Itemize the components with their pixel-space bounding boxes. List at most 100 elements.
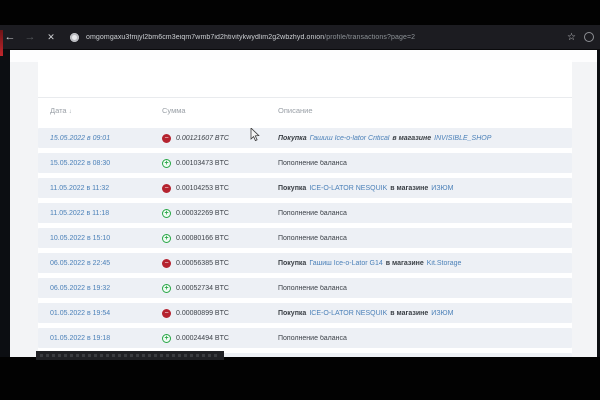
transaction-date-link[interactable]: 06.05.2022 в 22:45: [38, 260, 162, 267]
url-path: /profile/transactions?page=2: [324, 34, 415, 41]
description-link[interactable]: INVISIBLE_SHOP: [434, 135, 491, 142]
transaction-date-link[interactable]: 10.05.2022 в 15:10: [38, 235, 162, 242]
description-text: Пополнение баланса: [278, 235, 347, 242]
letterbox-bottom: [0, 357, 600, 400]
minus-badge-icon: −: [162, 134, 171, 143]
transaction-description: Пополнение баланса: [278, 285, 572, 292]
table-row: 15.05.2022 в 08:30+0.00103473 BTCПополне…: [38, 153, 572, 173]
table-row: 11.05.2022 в 11:32−0.00104253 BTCПокупка…: [38, 178, 572, 198]
column-header-date-label: Дата: [50, 106, 67, 115]
amount-value: 0.00104253 BTC: [176, 185, 229, 192]
sort-desc-icon: ↓: [69, 109, 72, 115]
transaction-description: ПокупкаICE-O-LATOR NESQUIKв магазинеИЗЮМ: [278, 185, 572, 192]
description-link[interactable]: Гашиш Ice-o-Lator G14: [309, 260, 382, 267]
transaction-description: Пополнение баланса: [278, 335, 572, 342]
transaction-amount: −0.00121607 BTC: [162, 134, 278, 143]
amount-value: 0.00080166 BTC: [176, 235, 229, 242]
amount-value: 0.00121607 BTC: [176, 135, 229, 142]
transaction-description: Пополнение баланса: [278, 160, 572, 167]
plus-badge-icon: +: [162, 159, 171, 168]
url-domain: omgomgaxu3fmjyl2bm6cm3eiqm7wmb7id2htivit…: [86, 34, 324, 41]
description-text: в магазине: [392, 135, 431, 142]
window-left-edge: [0, 50, 10, 357]
amount-value: 0.00052734 BTC: [176, 285, 229, 292]
description-text: Пополнение баланса: [278, 210, 347, 217]
minus-badge-icon: −: [162, 259, 171, 268]
status-bar-blurred-text: [40, 354, 220, 357]
forward-button[interactable]: →: [20, 25, 40, 50]
transaction-amount: +0.00103473 BTC: [162, 159, 278, 168]
amount-value: 0.00080899 BTC: [176, 310, 229, 317]
transaction-date-link[interactable]: 01.05.2022 в 19:18: [38, 335, 162, 342]
description-link[interactable]: ИЗЮМ: [431, 310, 453, 317]
description-link[interactable]: ICE-O-LATOR NESQUIK: [309, 310, 387, 317]
description-text: Покупка: [278, 185, 306, 192]
description-text: Пополнение баланса: [278, 285, 347, 292]
transaction-amount: −0.00080899 BTC: [162, 309, 278, 318]
table-row: 06.05.2022 в 19:32+0.00052734 BTC Пополне…: [38, 278, 572, 298]
table-row: 11.05.2022 в 11:18+0.00032269 BTCПополне…: [38, 203, 572, 223]
stop-reload-button[interactable]: ✕: [40, 25, 62, 50]
letterbox-top: [0, 0, 600, 25]
transaction-description: ПокупкаICE-O-LATOR NESQUIKв магазинеИЗЮМ: [278, 310, 572, 317]
column-header-amount[interactable]: Сумма: [162, 106, 278, 115]
transaction-date-link[interactable]: 06.05.2022 в 19:32: [38, 285, 162, 292]
description-text: Покупка: [278, 260, 306, 267]
column-header-date[interactable]: Дата↓: [38, 106, 162, 115]
address-bar[interactable]: omgomgaxu3fmjyl2bm6cm3eiqm7wmb7id2htivit…: [86, 34, 567, 41]
minus-badge-icon: −: [162, 309, 171, 318]
transaction-description: ПокупкаГашиш Ice-o-Lator G14 в магазинеKi…: [278, 260, 572, 267]
amount-value: 0.00103473 BTC: [176, 160, 229, 167]
transaction-date-link[interactable]: 15.05.2022 в 08:30: [38, 160, 162, 167]
transaction-date-link[interactable]: 11.05.2022 в 11:18: [38, 210, 162, 217]
table-row: 15.05.2022 в 09:01−0.00121607 BTCПокупка…: [38, 128, 572, 148]
plus-badge-icon: +: [162, 284, 171, 293]
site-info-icon[interactable]: [70, 33, 79, 42]
plus-badge-icon: +: [162, 334, 171, 343]
browser-status-bar: [36, 351, 224, 360]
table-header-row: Дата↓ Сумма Описание: [38, 103, 572, 117]
description-link[interactable]: ИЗЮМ: [431, 185, 453, 192]
transaction-amount: −0.00104253 BTC: [162, 184, 278, 193]
description-text: Пополнение баланса: [278, 335, 347, 342]
plus-badge-icon: +: [162, 209, 171, 218]
browser-toolbar: ← → ✕ omgomgaxu3fmjyl2bm6cm3eiqm7wmb7id2…: [0, 25, 600, 50]
browser-menu-icon[interactable]: [584, 32, 594, 42]
description-link[interactable]: Kit.Storage: [427, 260, 462, 267]
bookmark-star-icon[interactable]: ☆: [567, 25, 576, 50]
transaction-amount: +0.00032269 BTC: [162, 209, 278, 218]
transaction-description: Пополнение баланса: [278, 235, 572, 242]
page-background: Дата↓ Сумма Описание 15.05.2022 в 09:01−…: [10, 50, 597, 357]
table-row: 01.05.2022 в 19:18+0.00024494 BTCПополне…: [38, 328, 572, 348]
description-text: Пополнение баланса: [278, 160, 347, 167]
transactions-rows: 15.05.2022 в 09:01−0.00121607 BTCПокупка…: [38, 128, 572, 357]
transaction-amount: +0.00080166 BTC: [162, 234, 278, 243]
left-red-accent: [0, 30, 3, 56]
table-row: 01.05.2022 в 19:54−0.00080899 BTCПокупка…: [38, 303, 572, 323]
description-text: Покупка: [278, 135, 307, 142]
amount-value: 0.00056385 BTC: [176, 260, 229, 267]
table-row: 10.05.2022 в 15:10+0.00080166 BTCПополне…: [38, 228, 572, 248]
transaction-amount: −0.00056385 BTC: [162, 259, 278, 268]
description-text: в магазине: [390, 310, 428, 317]
plus-badge-icon: +: [162, 234, 171, 243]
transaction-date-link[interactable]: 01.05.2022 в 19:54: [38, 310, 162, 317]
transactions-card: Дата↓ Сумма Описание 15.05.2022 в 09:01−…: [38, 60, 572, 357]
amount-value: 0.00032269 BTC: [176, 210, 229, 217]
table-divider: [38, 97, 572, 98]
amount-value: 0.00024494 BTC: [176, 335, 229, 342]
description-link[interactable]: ICE-O-LATOR NESQUIK: [309, 185, 387, 192]
description-text: в магазине: [390, 185, 428, 192]
mouse-cursor: [250, 128, 260, 142]
transaction-date-link[interactable]: 15.05.2022 в 09:01: [38, 135, 162, 142]
table-row: 06.05.2022 в 22:45−0.00056385 BTCПокупка…: [38, 253, 572, 273]
back-button[interactable]: ←: [0, 25, 20, 50]
transaction-description: Пополнение баланса: [278, 210, 572, 217]
description-link[interactable]: Гашиш Ice-o-lator Critical: [310, 135, 390, 142]
transaction-date-link[interactable]: 11.05.2022 в 11:32: [38, 185, 162, 192]
minus-badge-icon: −: [162, 184, 171, 193]
column-header-description[interactable]: Описание: [278, 106, 572, 115]
description-text: в магазине: [386, 260, 424, 267]
transaction-amount: +0.00024494 BTC: [162, 334, 278, 343]
transaction-description: ПокупкаГашиш Ice-o-lator Criticalв магаз…: [278, 135, 572, 142]
